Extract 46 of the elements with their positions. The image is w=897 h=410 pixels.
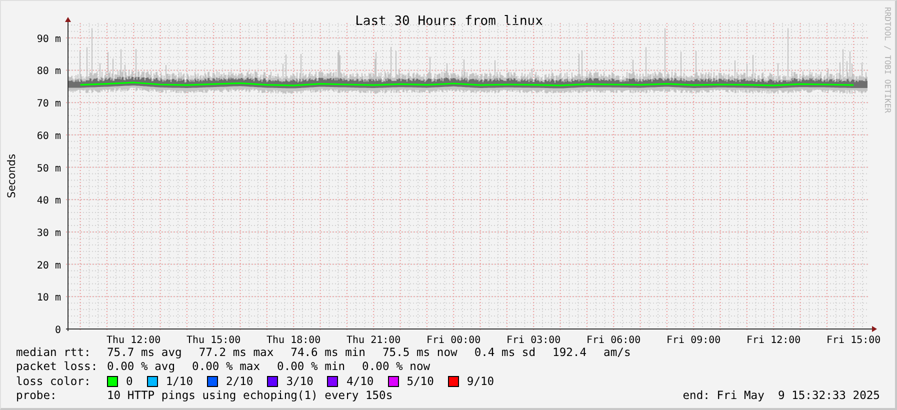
y-tick-label: 10 m xyxy=(36,292,61,304)
x-tick-label: Fri 03:00 xyxy=(506,335,561,345)
legend-label: packet loss: xyxy=(16,360,99,374)
legend-label: probe: xyxy=(16,389,58,402)
x-tick-label: Fri 15:00 xyxy=(826,335,881,345)
legend-value: 9/10 xyxy=(466,374,494,388)
legend-label: loss color: xyxy=(16,374,92,388)
y-tick-label: 80 m xyxy=(36,66,61,78)
watermark: RRDTOOL / TOBI OETIKER xyxy=(883,7,892,113)
legend-value: 0.00 % min xyxy=(277,360,346,374)
legend-value: 74.6 ms min xyxy=(290,346,366,359)
x-tick-label: Fri 09:00 xyxy=(666,335,721,345)
legend-value: 0.00 % avg xyxy=(107,360,176,374)
y-tick-label: 60 m xyxy=(36,130,61,142)
legend-value: 0.00 % max xyxy=(192,360,260,374)
legend-value: 192.4 xyxy=(552,346,587,359)
y-tick-label: 50 m xyxy=(36,163,61,174)
y-axis-label: Seconds xyxy=(6,154,18,198)
x-tick-label: Thu 12:00 xyxy=(106,335,161,345)
legend-value: 3/10 xyxy=(286,374,314,388)
legend-value: 77.2 ms max xyxy=(198,346,274,359)
end-time: end: Fri May 9 15:32:33 2025 xyxy=(682,389,880,402)
legend-value: 75.5 ms now xyxy=(382,346,458,359)
y-tick-label: 90 m xyxy=(36,34,61,45)
x-tick-label: Fri 00:00 xyxy=(426,335,481,345)
legend-value: 0 xyxy=(126,374,133,388)
y-tick-label: 30 m xyxy=(36,228,61,239)
y-tick-label: 20 m xyxy=(36,260,61,272)
legend-value: 2/10 xyxy=(226,374,254,388)
x-tick-label: Thu 18:00 xyxy=(266,335,321,345)
legend-label: median rtt: xyxy=(16,346,92,359)
legend-value: 0.4 ms sd xyxy=(474,346,536,359)
x-tick-label: Fri 12:00 xyxy=(746,335,801,345)
legend-value: am/s xyxy=(604,346,631,359)
y-tick-label: 40 m xyxy=(36,196,61,207)
x-tick-label: Fri 06:00 xyxy=(586,335,641,345)
legend-value: 75.7 ms avg xyxy=(107,346,182,359)
probe-text: 10 HTTP pings using echoping(1) every 150s xyxy=(107,389,393,402)
x-tick-label: Thu 15:00 xyxy=(186,335,241,345)
y-tick-label: 0 xyxy=(54,325,61,336)
legend-value: 0.00 % now xyxy=(362,360,430,374)
legend-value: 5/10 xyxy=(406,374,434,388)
y-tick-label: 70 m xyxy=(36,98,61,110)
legend-value: 1/10 xyxy=(166,374,194,388)
legend-value: 4/10 xyxy=(346,374,374,388)
x-tick-label: Thu 21:00 xyxy=(346,335,401,345)
